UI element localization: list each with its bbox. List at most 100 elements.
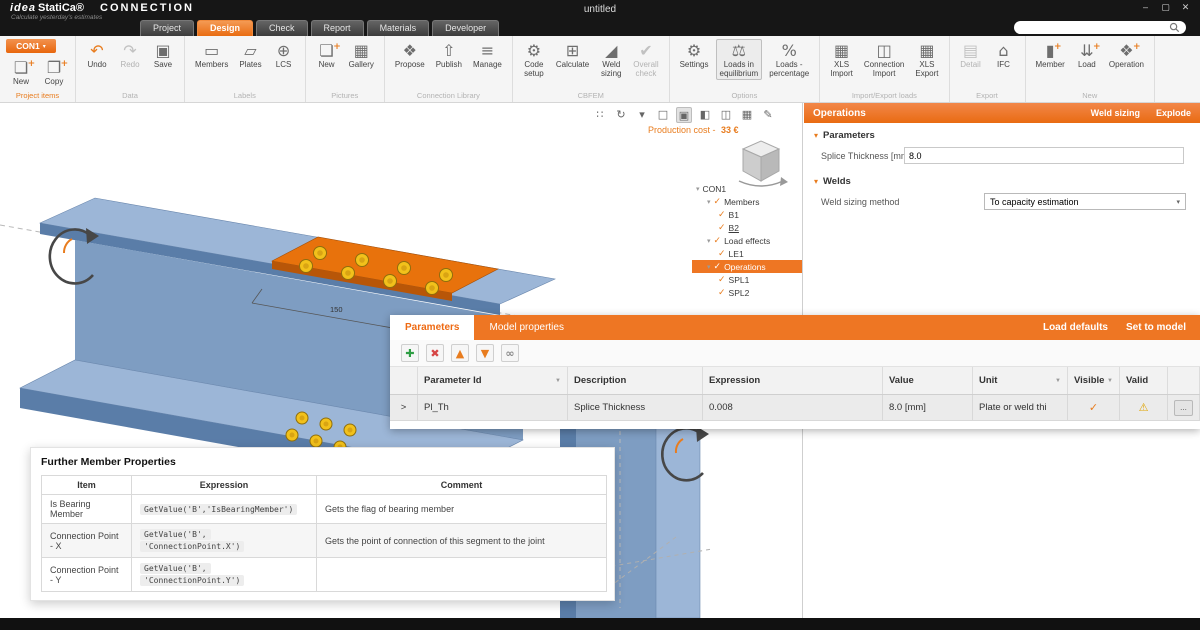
visible-check-icon[interactable]: ✓ xyxy=(1089,401,1098,414)
tree-item-members[interactable]: ▾✓Members xyxy=(692,195,803,208)
search-icon xyxy=(1169,22,1180,33)
new-picture-button[interactable]: ❏+New xyxy=(312,39,342,71)
parameters-tab-model-properties[interactable]: Model properties xyxy=(474,315,578,340)
xls-export-button[interactable]: ▦XLS Export xyxy=(911,39,942,80)
redo-button[interactable]: ↷Redo xyxy=(115,39,145,71)
view-dropdown-icon[interactable]: ▾ xyxy=(634,107,650,123)
members-labels-button[interactable]: ▭Members xyxy=(191,39,232,71)
tree-item-con1[interactable]: ▾CON1 xyxy=(692,182,803,195)
ifc-export-button[interactable]: ⌂IFC xyxy=(989,39,1019,71)
xls-import-button[interactable]: ▦XLS Import xyxy=(826,39,857,80)
new-project-item-button[interactable]: ❏+New xyxy=(6,56,36,88)
tab-check[interactable]: Check xyxy=(256,20,308,36)
tab-developer[interactable]: Developer xyxy=(432,20,499,36)
filter-icon[interactable]: ▼ xyxy=(555,378,561,384)
tab-project[interactable]: Project xyxy=(140,20,194,36)
move-up-icon[interactable]: ▲ xyxy=(451,344,469,362)
explode-header-button[interactable]: Explode xyxy=(1156,108,1191,118)
new-member-button[interactable]: ▮+Member xyxy=(1032,39,1069,71)
orbit-icon[interactable]: ↻ xyxy=(613,107,629,123)
copy-picture-icon[interactable]: ▦ xyxy=(739,107,755,123)
parameter-row[interactable]: >Pl_ThSplice Thickness0.0088.0 [mm]Plate… xyxy=(390,395,1200,421)
calculate-icon: ⊞ xyxy=(566,41,579,60)
delete-parameter-icon[interactable]: ✖ xyxy=(426,344,444,362)
tab-design[interactable]: Design xyxy=(197,20,253,36)
fit-view-icon[interactable]: ∷ xyxy=(592,107,608,123)
plus-badge-icon: + xyxy=(1054,38,1062,57)
calculate-button[interactable]: ⊞Calculate xyxy=(552,39,593,71)
tab-materials[interactable]: Materials xyxy=(367,20,430,36)
loads-percentage-button[interactable]: %Loads - percentage xyxy=(765,39,813,80)
weld-sizing-header-button[interactable]: Weld sizing xyxy=(1091,108,1140,118)
tree-item-b2[interactable]: ✓B2 xyxy=(692,221,803,234)
tree-item-b1[interactable]: ✓B1 xyxy=(692,208,803,221)
maximize-button[interactable]: ▢ xyxy=(1159,2,1172,13)
parameters-tab-parameters[interactable]: Parameters xyxy=(390,315,474,340)
copy-project-item-icon: ❐+ xyxy=(47,58,61,77)
plates-labels-button[interactable]: ▱Plates xyxy=(235,39,265,71)
weld-sizing-method-label: Weld sizing method xyxy=(821,197,899,207)
new-load-button[interactable]: ⇊+Load xyxy=(1072,39,1102,71)
tree-item-label: B2 xyxy=(729,223,739,233)
parameters-panel-header: ParametersModel properties Load defaults S… xyxy=(390,315,1200,340)
publish-button[interactable]: ⇧Publish xyxy=(432,39,466,71)
fp-row: Is Bearing MemberGetValue('B','IsBearing… xyxy=(42,495,607,524)
move-down-icon[interactable]: ▼ xyxy=(476,344,494,362)
settings-button[interactable]: ⚙Settings xyxy=(676,39,713,71)
annotate-icon[interactable]: ✎ xyxy=(760,107,776,123)
manage-button[interactable]: ≡Manage xyxy=(469,39,506,71)
weld-sizing-button[interactable]: ◢Weld sizing xyxy=(596,39,626,80)
code-setup-button[interactable]: ⚙Code setup xyxy=(519,39,549,80)
set-to-model-button[interactable]: Set to model xyxy=(1126,322,1186,333)
weld-sizing-method-select[interactable]: To capacity estimation▾ xyxy=(984,193,1186,210)
connection-import-label: Connection Import xyxy=(864,60,904,78)
gallery-button[interactable]: ▦Gallery xyxy=(345,39,378,71)
parameters-table-header: Parameter Id▼DescriptionExpressionValueU… xyxy=(390,367,1200,395)
members-labels-icon: ▭ xyxy=(204,41,219,60)
filter-icon[interactable]: ▼ xyxy=(1107,378,1113,384)
tree-item-le1[interactable]: ✓LE1 xyxy=(692,247,803,260)
load-defaults-button[interactable]: Load defaults xyxy=(1043,322,1108,333)
fp-row: Connection Point - XGetValue('B','Connec… xyxy=(42,524,607,558)
row-expander[interactable]: > xyxy=(390,395,418,420)
overall-check-button[interactable]: ✔Overall check xyxy=(629,39,662,80)
detail-export-label: Detail xyxy=(960,60,980,69)
splice-thickness-input[interactable] xyxy=(904,147,1184,164)
tree-item-spl2[interactable]: ✓SPL2 xyxy=(692,286,803,299)
connection-import-button[interactable]: ◫Connection Import xyxy=(860,39,908,80)
search-input[interactable] xyxy=(1020,23,1169,33)
search-box[interactable] xyxy=(1014,21,1186,34)
add-parameter-icon[interactable]: ✚ xyxy=(401,344,419,362)
tree-item-label: LE1 xyxy=(729,249,744,259)
tree-item-operations[interactable]: ▾✓Operations xyxy=(692,260,803,273)
tree-item-label: Members xyxy=(724,197,759,207)
tree-item-load-effects[interactable]: ▾✓Load effects xyxy=(692,234,803,247)
minimize-button[interactable]: – xyxy=(1139,2,1152,13)
column-header xyxy=(1168,367,1200,394)
detail-export-button[interactable]: ▤Detail xyxy=(956,39,986,71)
propose-button[interactable]: ❖Propose xyxy=(391,39,429,71)
solid-view-icon[interactable]: ▣ xyxy=(676,107,692,123)
lcs-labels-button[interactable]: ⊕LCS xyxy=(269,39,299,71)
more-button[interactable]: ... xyxy=(1174,400,1193,416)
close-button[interactable]: ✕ xyxy=(1179,2,1192,13)
save-icon: ▣ xyxy=(155,41,170,60)
fp-row: Connection Point - YGetValue('B','Connec… xyxy=(42,558,607,592)
con1-dropdown[interactable]: CON1▾ xyxy=(6,39,56,53)
new-operation-button[interactable]: ❖+Operation xyxy=(1105,39,1148,71)
fp-expression-cell: GetValue('B','ConnectionPoint.Y') xyxy=(132,558,317,592)
wireframe-view-icon[interactable]: □ xyxy=(655,107,671,123)
copy-project-item-button[interactable]: ❐+Copy xyxy=(39,56,69,88)
transparent-view-icon[interactable]: ◧ xyxy=(697,107,713,123)
tab-report[interactable]: Report xyxy=(311,20,364,36)
ribbon-group-data: ↶Undo↷Redo▣SaveData xyxy=(76,36,185,102)
filter-icon[interactable]: ▼ xyxy=(1055,378,1061,384)
link-icon[interactable]: ∞ xyxy=(501,344,519,362)
tree-item-spl1[interactable]: ✓SPL1 xyxy=(692,273,803,286)
column-header-valid: Valid xyxy=(1120,367,1168,394)
undo-button[interactable]: ↶Undo xyxy=(82,39,112,71)
loads-in-equilibrium-button[interactable]: ⚖Loads in equilibrium xyxy=(716,39,763,80)
members-view-icon[interactable]: ◫ xyxy=(718,107,734,123)
plus-badge-icon: + xyxy=(1133,38,1141,57)
save-button[interactable]: ▣Save xyxy=(148,39,178,71)
